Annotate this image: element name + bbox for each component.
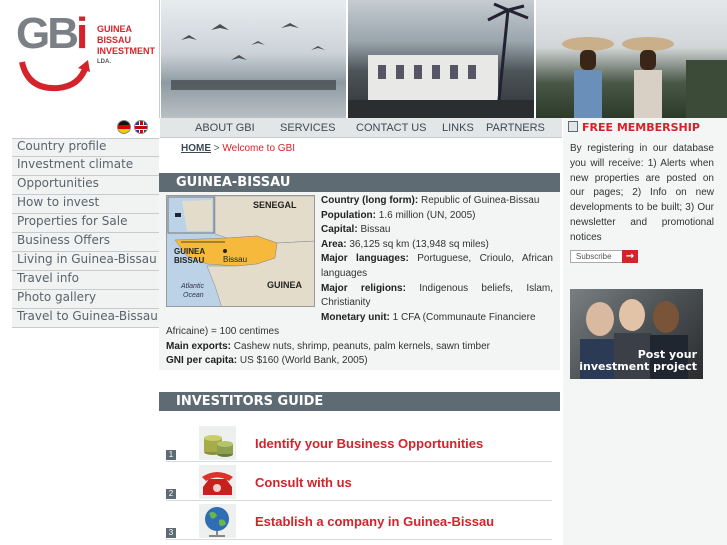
sidebar-item-investment-climate[interactable]: Investment climate <box>12 157 159 176</box>
breadcrumb-home-link[interactable]: HOME <box>181 143 211 154</box>
free-membership-title[interactable]: FREE MEMBERSHIP <box>568 121 700 134</box>
guide-item[interactable]: 1 Identify your Business Opportunities <box>166 424 552 462</box>
map-label-gb1: GUINEA <box>174 247 205 256</box>
globe-icon <box>199 504 236 538</box>
sidebar-item-opportunities[interactable]: Opportunities <box>12 176 159 195</box>
logo-mark: GBi <box>16 9 88 58</box>
guide-item[interactable]: 3 Establish a company in Guinea-Bissau <box>166 502 552 540</box>
country-map: SENEGAL GUINEA BISSAU Bissau Atlantic Oc… <box>166 195 315 307</box>
fact-monetary-cont: Africaine) = 100 centimes <box>166 326 280 337</box>
header-photo-birds <box>161 0 346 118</box>
header-photo-building <box>348 0 534 118</box>
map-label-ocean: Ocean <box>183 292 204 299</box>
nav-links[interactable]: LINKS <box>442 122 474 134</box>
guide-link-consult[interactable]: Consult with us <box>255 475 352 490</box>
fact-languages: Major languages: Portuguese, Crioulo, Af… <box>321 253 553 279</box>
fact-population: Population: 1.6 million (UN, 2005) <box>321 209 476 221</box>
fact-country: Country (long form): Republic of Guinea-… <box>321 195 540 206</box>
logo-text: GUINEA BISSAU INVESTMENT LDA. <box>97 24 156 65</box>
guide-number: 2 <box>166 489 176 499</box>
top-navigation: ABOUT GBI SERVICES CONTACT US LINKS PART… <box>160 118 562 138</box>
logo-swoosh-icon <box>19 60 90 92</box>
sidebar-item-country-profile[interactable]: Country profile <box>12 138 159 157</box>
sidebar-item-business-offers[interactable]: Business Offers <box>12 233 159 252</box>
fact-exports: Main exports: Cashew nuts, shrimp, peanu… <box>166 340 491 352</box>
fact-capital: Capital: Bissau <box>321 224 391 236</box>
map-label-atlantic: Atlantic <box>180 283 204 290</box>
post-investment-project-banner[interactable]: Post your investment project <box>570 289 703 379</box>
fact-monetary: Monetary unit: 1 CFA (Communaute Financi… <box>321 311 536 323</box>
sidebar-item-photo-gallery[interactable]: Photo gallery <box>12 290 159 309</box>
coins-icon <box>199 426 236 460</box>
breadcrumb-current: Welcome to GBI <box>222 143 296 154</box>
guide-link-establish[interactable]: Establish a company in Guinea-Bissau <box>255 514 494 529</box>
sidebar-item-how-to-invest[interactable]: How to invest <box>12 195 159 214</box>
breadcrumb: HOME > Welcome to GBI <box>181 143 296 154</box>
fact-area: Area: 36,125 sq km (13,948 sq miles) <box>321 238 489 250</box>
arrow-right-icon[interactable]: → <box>622 250 638 263</box>
german-flag-icon[interactable] <box>117 120 131 134</box>
sidebar-item-travel-to-gb[interactable]: Travel to Guinea-Bissau <box>12 309 159 328</box>
header-photo-women <box>536 0 727 118</box>
nav-contact-us[interactable]: CONTACT US <box>356 122 427 134</box>
guide-number: 1 <box>166 450 176 460</box>
fact-gni: GNI per capita: US $160 (World Bank, 200… <box>166 355 368 367</box>
document-icon <box>568 121 578 132</box>
promo-text: Post your investment project <box>579 348 697 373</box>
sidebar-item-living[interactable]: Living in Guinea-Bissau <box>12 252 159 271</box>
map-label-gb2: BISSAU <box>174 256 204 265</box>
map-label-guinea: GUINEA <box>267 280 303 290</box>
section-title-investors-guide: INVESTITORS GUIDE <box>159 392 560 411</box>
country-facts: Country (long form): Republic of Guinea-… <box>321 194 553 325</box>
guide-link-identify[interactable]: Identify your Business Opportunities <box>255 436 483 451</box>
language-selector <box>114 120 148 137</box>
section-title-guinea-bissau: GUINEA-BISSAU <box>159 173 560 192</box>
telephone-icon <box>199 465 236 499</box>
nav-services[interactable]: SERVICES <box>280 122 335 134</box>
fact-religions: Major religions: Indigenous beliefs, Isl… <box>321 282 553 309</box>
membership-description: By registering in our database you will … <box>570 143 714 243</box>
sidebar-menu: Country profile Investment climate Oppor… <box>12 138 159 328</box>
map-label-bissau: Bissau <box>223 255 247 264</box>
sidebar-item-travel-info[interactable]: Travel info <box>12 271 159 290</box>
logo[interactable]: GBi GUINEA BISSAU INVESTMENT LDA. <box>0 0 160 118</box>
guide-number: 3 <box>166 528 176 538</box>
english-flag-icon[interactable] <box>134 120 148 134</box>
nav-about-gbi[interactable]: ABOUT GBI <box>195 122 255 134</box>
nav-partners[interactable]: PARTNERS <box>486 122 545 134</box>
map-label-senegal: SENEGAL <box>253 200 297 210</box>
country-facts-continued: Africaine) = 100 centimes Main exports: … <box>166 325 553 369</box>
sidebar-item-properties-for-sale[interactable]: Properties for Sale <box>12 214 159 233</box>
guide-item[interactable]: 2 Consult with us <box>166 463 552 501</box>
